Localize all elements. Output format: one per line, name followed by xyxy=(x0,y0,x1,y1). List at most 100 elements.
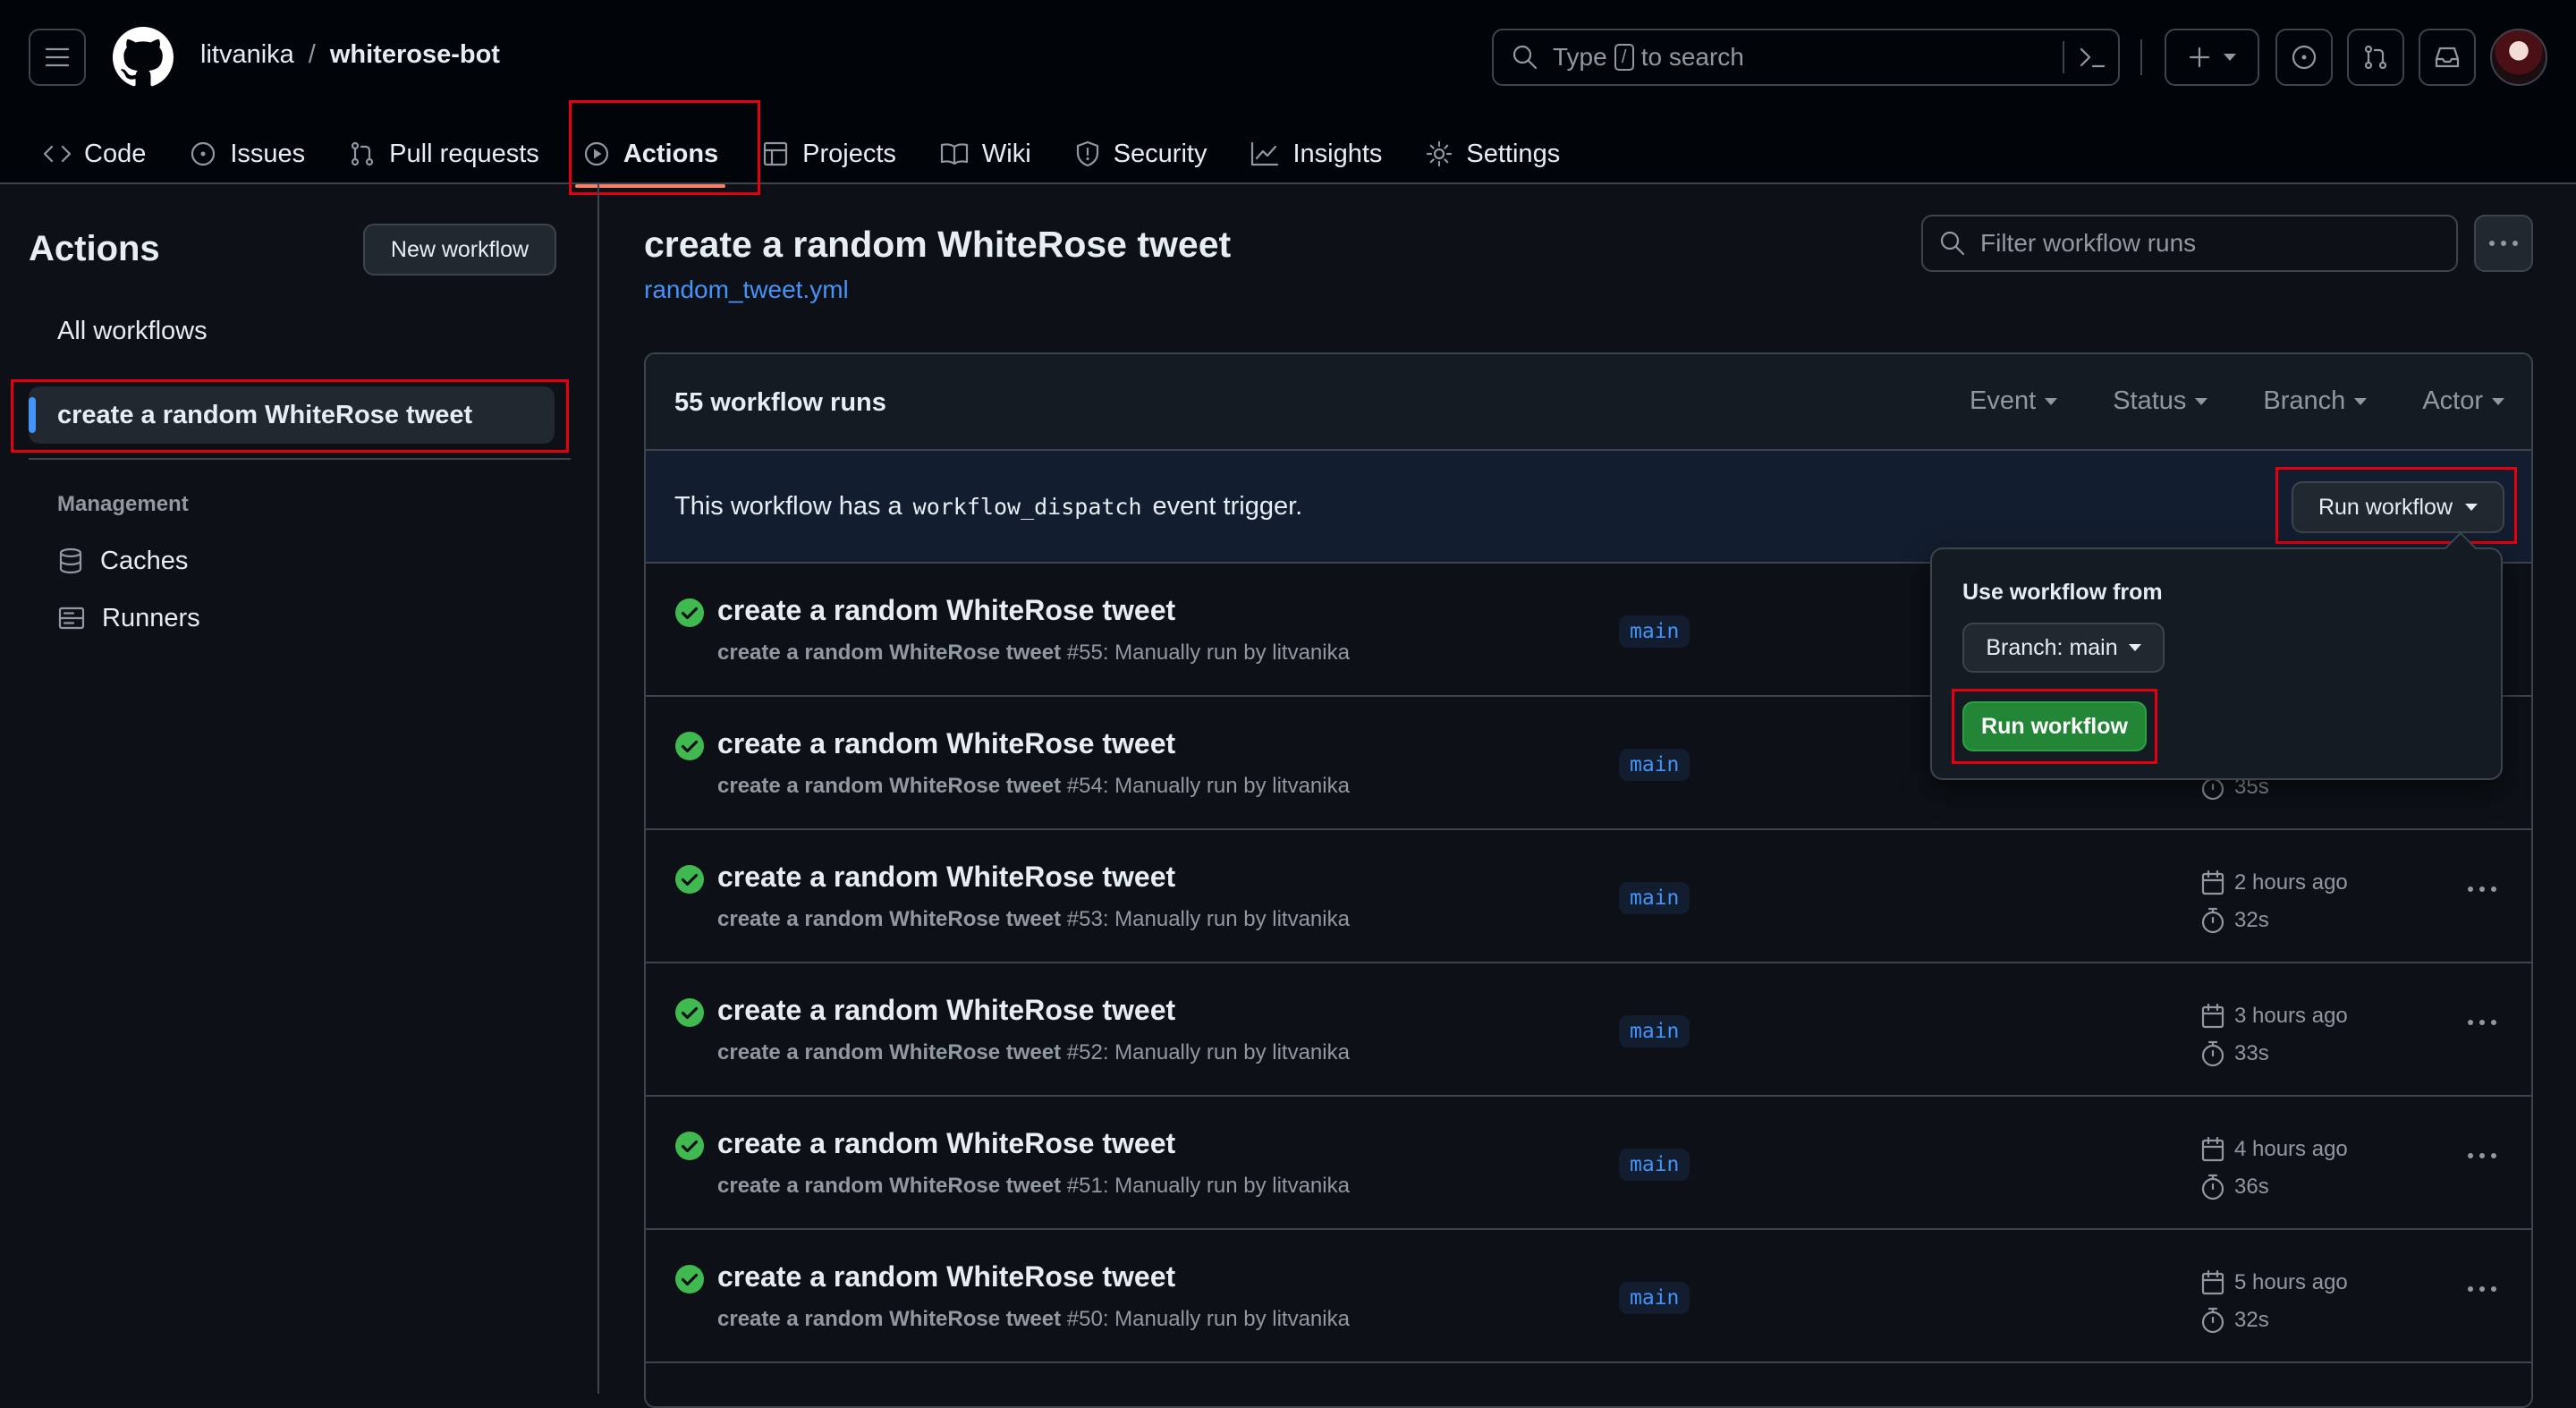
run-duration-label: 32s xyxy=(2234,908,2269,932)
run-duration-label: 36s xyxy=(2234,1175,2269,1199)
search-icon xyxy=(1513,45,1538,70)
calendar-icon xyxy=(2201,869,2224,895)
run-title-link[interactable]: create a random WhiteRose tweet xyxy=(717,994,1175,1027)
global-header: litvanika / whiterose-bot Type / to sear… xyxy=(0,0,2576,195)
kebab-horizontal-icon[interactable] xyxy=(2467,1019,2497,1026)
tab-pull-requests[interactable]: Pull requests xyxy=(326,125,561,182)
code-icon xyxy=(43,145,72,163)
event-filter-dropdown[interactable]: Event xyxy=(1970,386,2058,416)
gear-icon xyxy=(1427,140,1453,167)
branch-badge[interactable]: main xyxy=(1619,1149,1690,1181)
tab-actions[interactable]: Actions xyxy=(561,125,740,188)
tab-projects[interactable]: Projects xyxy=(740,125,918,182)
play-icon xyxy=(584,141,608,166)
workflow-run-row[interactable]: create a random WhiteRose tweet create a … xyxy=(646,830,2531,963)
check-circle-icon xyxy=(675,1265,704,1293)
tab-wiki[interactable]: Wiki xyxy=(918,125,1053,182)
tab-label: Issues xyxy=(230,139,306,168)
run-workflow-dropdown-button[interactable]: Run workflow xyxy=(2292,481,2504,533)
workflow-run-row[interactable]: create a random WhiteRose tweet create a … xyxy=(646,1230,2531,1363)
run-title-link[interactable]: create a random WhiteRose tweet xyxy=(717,1127,1175,1160)
notifications-button[interactable] xyxy=(2419,29,2476,86)
sidebar-item-runners[interactable]: Runners xyxy=(29,589,555,647)
tab-insights[interactable]: Insights xyxy=(1228,125,1403,182)
menu-button[interactable] xyxy=(29,29,86,86)
tab-label: Security xyxy=(1113,139,1208,168)
run-subtitle: create a random WhiteRose tweet #51: Man… xyxy=(717,1174,1350,1199)
workflow-run-row[interactable]: create a random WhiteRose tweet create a … xyxy=(646,963,2531,1097)
workflow-menu-button[interactable] xyxy=(2474,215,2533,272)
command-palette-icon[interactable] xyxy=(2077,43,2107,72)
branch-select-button[interactable]: Branch: main xyxy=(1962,623,2165,673)
kebab-horizontal-icon xyxy=(2489,241,2518,246)
kebab-horizontal-icon[interactable] xyxy=(2467,1152,2497,1159)
kebab-horizontal-icon[interactable] xyxy=(2467,1285,2497,1293)
workflow-file-link[interactable]: random_tweet.yml xyxy=(644,276,849,304)
run-subtitle: create a random WhiteRose tweet #50: Man… xyxy=(717,1307,1350,1332)
sidebar-item-caches[interactable]: Caches xyxy=(29,532,555,589)
run-workflow-name: create a random WhiteRose tweet xyxy=(717,1307,1062,1331)
run-duration-label: 32s xyxy=(2234,1308,2269,1332)
global-search[interactable]: Type / to search xyxy=(1492,29,2120,86)
management-label: Management xyxy=(57,492,189,516)
filter-label: Branch xyxy=(2263,386,2346,415)
issue-icon xyxy=(191,141,216,166)
run-detail: : Manually run by litvanika xyxy=(1102,907,1350,931)
chevron-down-icon xyxy=(2354,397,2368,405)
run-time-label: 2 hours ago xyxy=(2234,870,2348,895)
run-workflow-submit-button[interactable]: Run workflow xyxy=(1962,701,2147,751)
issues-button[interactable] xyxy=(2275,29,2333,86)
calendar-icon xyxy=(2201,1136,2224,1162)
tab-code[interactable]: Code xyxy=(39,125,167,182)
repo-link[interactable]: whiterose-bot xyxy=(330,40,500,70)
runs-list-header: 55 workflow runs Event Status Branch Act… xyxy=(646,354,2531,451)
page-title: create a random WhiteRose tweet xyxy=(644,224,1232,265)
create-new-button[interactable] xyxy=(2165,29,2259,86)
calendar-icon xyxy=(2201,1003,2224,1029)
github-logo-icon[interactable] xyxy=(113,27,174,88)
workflow-run-row[interactable]: create a random WhiteRose tweet create a … xyxy=(646,1097,2531,1230)
calendar-icon xyxy=(2201,1269,2224,1295)
database-icon xyxy=(59,547,82,574)
run-workflow-popover: Use workflow from Branch: main Run workf… xyxy=(1930,547,2503,780)
branch-filter-dropdown[interactable]: Branch xyxy=(2263,386,2368,416)
sidebar-item-selected-workflow[interactable]: create a random WhiteRose tweet xyxy=(29,386,555,444)
tab-label: Actions xyxy=(623,139,719,168)
kebab-horizontal-icon[interactable] xyxy=(2467,886,2497,893)
run-detail: : Manually run by litvanika xyxy=(1102,1307,1350,1331)
run-number: #50 xyxy=(1066,1307,1103,1331)
user-avatar[interactable] xyxy=(2490,29,2547,86)
new-workflow-button[interactable]: New workflow xyxy=(363,224,556,276)
branch-badge[interactable]: main xyxy=(1619,615,1690,648)
branch-badge[interactable]: main xyxy=(1619,882,1690,914)
filter-workflow-runs-input[interactable]: Filter workflow runs xyxy=(1921,215,2458,272)
branch-badge[interactable]: main xyxy=(1619,1015,1690,1048)
sidebar-item-all-workflows[interactable]: All workflows xyxy=(29,302,555,360)
owner-link[interactable]: litvanika xyxy=(200,40,294,70)
tab-security[interactable]: Security xyxy=(1053,125,1229,182)
shield-icon xyxy=(1076,140,1098,167)
run-title-link[interactable]: create a random WhiteRose tweet xyxy=(717,594,1175,627)
run-detail: : Manually run by litvanika xyxy=(1102,774,1350,798)
run-title-link[interactable]: create a random WhiteRose tweet xyxy=(717,727,1175,760)
run-time-label: 5 hours ago xyxy=(2234,1270,2348,1294)
tab-issues[interactable]: Issues xyxy=(167,125,326,182)
dispatch-prefix: This workflow has a xyxy=(674,492,902,521)
branch-badge[interactable]: main xyxy=(1619,749,1690,781)
dispatch-suffix: event trigger. xyxy=(1152,492,1303,521)
search-placeholder: Type / to search xyxy=(1553,43,1744,72)
issue-icon xyxy=(2292,45,2317,70)
tab-label: Wiki xyxy=(981,139,1031,168)
branch-badge[interactable]: main xyxy=(1619,1282,1690,1314)
run-title-link[interactable]: create a random WhiteRose tweet xyxy=(717,1260,1175,1293)
status-filter-dropdown[interactable]: Status xyxy=(2113,386,2208,416)
run-title-link[interactable]: create a random WhiteRose tweet xyxy=(717,861,1175,894)
run-duration: 32s xyxy=(2200,1307,2269,1334)
pull-requests-button[interactable] xyxy=(2347,29,2404,86)
run-workflow-name: create a random WhiteRose tweet xyxy=(717,907,1062,931)
check-circle-icon xyxy=(675,998,704,1027)
tab-label: Insights xyxy=(1292,139,1383,168)
actor-filter-dropdown[interactable]: Actor xyxy=(2422,386,2504,416)
chevron-down-icon xyxy=(2045,397,2058,405)
tab-settings[interactable]: Settings xyxy=(1403,125,1581,182)
